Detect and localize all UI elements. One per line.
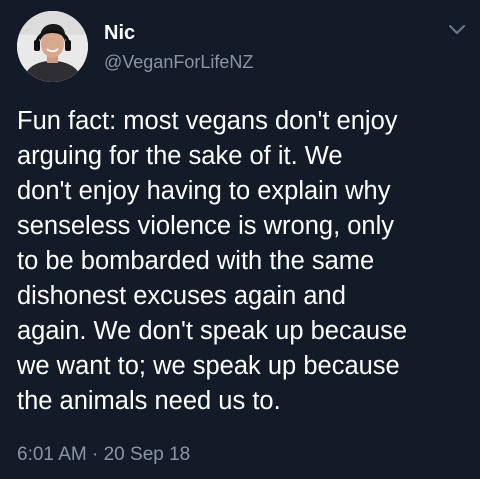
tweet-text: Fun fact: most vegans don't enjoy arguin…: [17, 104, 472, 419]
author-avatar[interactable]: [17, 11, 88, 82]
author-handle[interactable]: @VeganForLifeNZ: [104, 52, 253, 73]
tweet-text-line: senseless violence is wrong, only: [17, 212, 395, 240]
tweet-text-line: again. We don't speak up because: [17, 317, 408, 345]
tweet-date: 20 Sep 18: [103, 444, 191, 465]
author-name[interactable]: Nic: [104, 22, 135, 45]
tweet-text-line: dishonest excuses again and: [17, 282, 346, 310]
profile-photo-icon: [17, 11, 88, 82]
tweet-timestamp[interactable]: 6:01 AM · 20 Sep 18: [17, 444, 190, 466]
tweet-text-line: we want to; we speak up because: [17, 352, 400, 380]
chevron-down-icon[interactable]: [448, 24, 466, 36]
tweet-card: Nic @VeganForLifeNZ Fun fact: most vegan…: [0, 0, 480, 479]
meta-separator: ·: [92, 444, 99, 465]
tweet-text-line: arguing for the sake of it. We: [17, 142, 343, 170]
tweet-text-line: the animals need us to.: [17, 387, 281, 415]
tweet-text-line: to be bombarded with the same: [17, 247, 375, 275]
tweet-text-line: Fun fact: most vegans don't enjoy: [17, 107, 398, 135]
tweet-text-line: don't enjoy having to explain why: [17, 177, 391, 205]
tweet-time: 6:01 AM: [17, 444, 87, 465]
